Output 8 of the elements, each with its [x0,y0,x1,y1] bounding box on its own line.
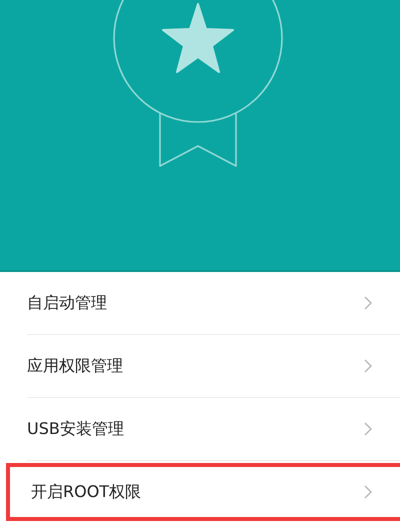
chevron-icon [364,359,372,373]
settings-item[interactable]: 开启ROOT权限 [6,463,400,521]
chevron-icon [364,422,372,436]
settings-item[interactable]: 应用权限管理 [27,335,400,398]
settings-item[interactable]: 自启动管理 [27,272,400,335]
chevron-icon [364,485,372,499]
chevron-icon [364,296,372,310]
settings-item[interactable]: USB安装管理 [27,398,400,461]
